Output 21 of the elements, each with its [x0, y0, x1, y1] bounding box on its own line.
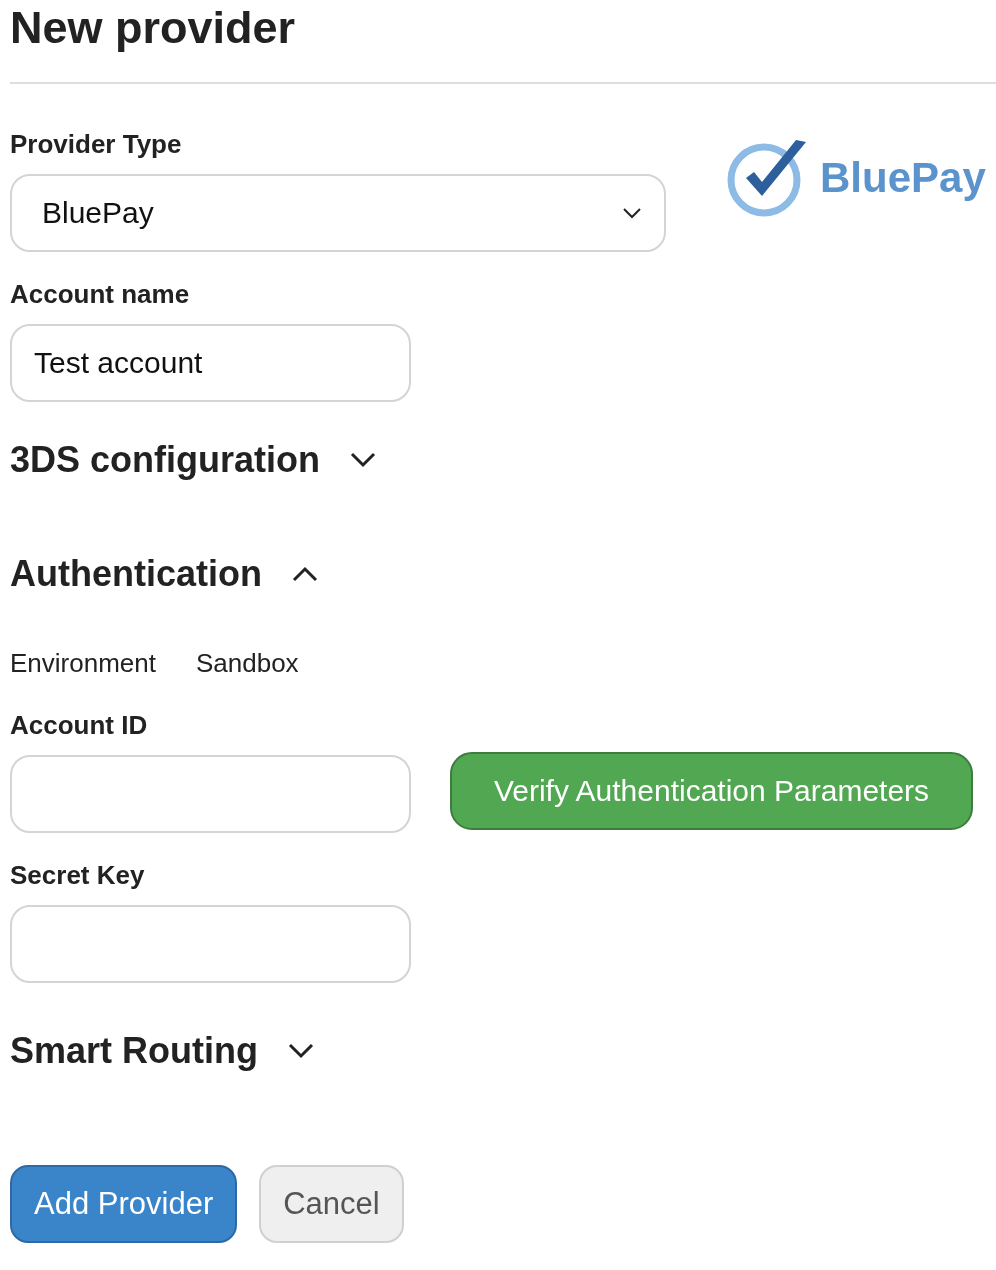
- account-name-field[interactable]: Test account: [10, 324, 411, 402]
- page-title: New provider: [10, 1, 296, 54]
- field-label: Account ID: [10, 709, 148, 741]
- chevron-down-icon[interactable]: [288, 1043, 314, 1059]
- account-id-field[interactable]: [10, 755, 411, 833]
- field-label: Secret Key: [10, 859, 145, 891]
- environment-label: Environment: [10, 648, 156, 679]
- field-label: Provider Type: [10, 128, 182, 160]
- section-title[interactable]: Authentication: [10, 552, 262, 596]
- add-provider-button[interactable]: Add Provider: [10, 1165, 238, 1243]
- logo-text: BluePay: [820, 154, 986, 202]
- caret-icon: [622, 207, 642, 219]
- cancel-button[interactable]: Cancel: [259, 1165, 404, 1243]
- section-title[interactable]: 3DS configuration: [10, 438, 320, 482]
- section-title[interactable]: Smart Routing: [10, 1029, 258, 1073]
- secret-key-field[interactable]: [10, 905, 411, 983]
- chevron-up-icon[interactable]: [292, 566, 318, 582]
- environment-value: Sandbox: [195, 648, 299, 679]
- chevron-down-icon[interactable]: [350, 452, 376, 468]
- field-label: Account name: [10, 278, 190, 310]
- provider-type-select[interactable]: BluePay: [10, 174, 666, 252]
